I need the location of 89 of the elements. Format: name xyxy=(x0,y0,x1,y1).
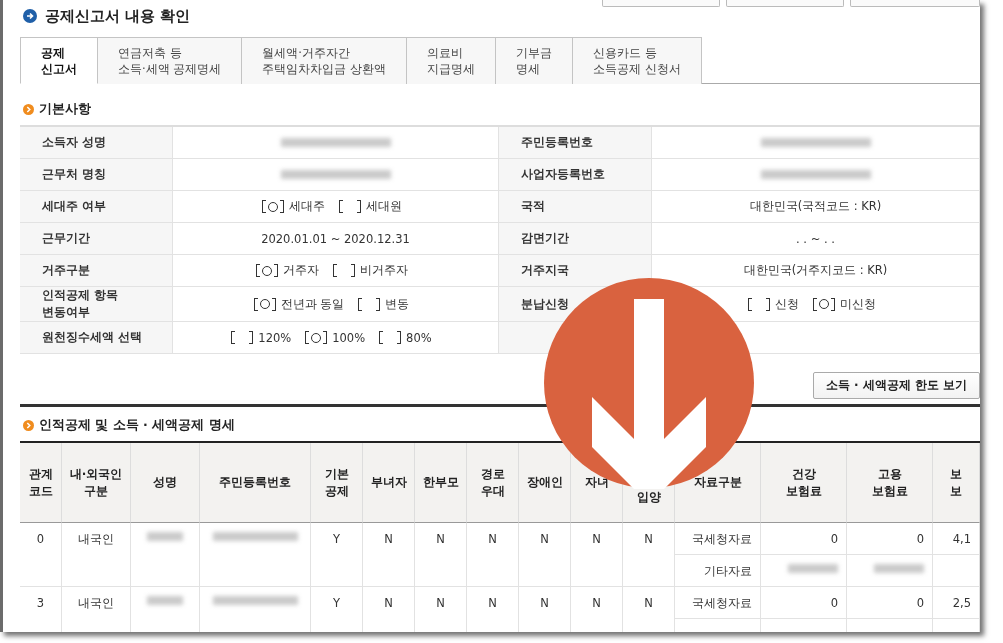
option-label: 미신청 xyxy=(839,296,876,312)
table-cell-text: 내국인 xyxy=(78,532,114,548)
tab[interactable]: 신용카드 등 소득공제 신청서 xyxy=(572,37,702,84)
table-cell-text: N xyxy=(488,596,497,612)
option-label: 80% xyxy=(406,330,432,345)
column-header: 주민등록번호 xyxy=(200,443,311,523)
tab[interactable]: 의료비 지급명세 xyxy=(406,37,496,84)
option-label: 거주자 xyxy=(282,263,319,278)
column-header: 내·외국인 구분 xyxy=(62,443,131,523)
table-cell-text: N xyxy=(592,532,601,548)
table-cell-text: 기타자료 xyxy=(704,564,752,580)
tab[interactable]: 연금저축 등 소득·세액 공제명세 xyxy=(98,37,243,84)
option-label: 세대주 xyxy=(288,199,325,214)
option-label: 100% xyxy=(332,330,366,345)
field-label: 근무기간 xyxy=(42,230,90,247)
column-header: 건강 보험료 xyxy=(761,443,847,523)
column-header: 기본 공제 xyxy=(311,443,363,523)
table-cell-text: 0 xyxy=(830,532,838,548)
column-header: 한부모 xyxy=(415,443,467,523)
table-cell-text: N xyxy=(540,596,549,612)
table-cell-text: 0 xyxy=(916,532,924,548)
field-label: 분납신청 xyxy=(521,295,569,313)
table-cell-text: 0 xyxy=(830,596,838,612)
table-cell-text: 4,1 xyxy=(952,532,971,548)
table-cell-text: N xyxy=(436,532,445,548)
table-cell-text: N xyxy=(644,532,653,548)
column-header: 장애인 xyxy=(519,443,571,523)
option-label: 세대원 xyxy=(365,199,402,214)
field-label: 거주지국 xyxy=(521,262,569,279)
option-label: 120% xyxy=(258,330,292,345)
option-label: 비거주자 xyxy=(359,263,408,278)
option-label: 변동 xyxy=(385,296,410,312)
field-value: 대한민국(국적코드 : KR) xyxy=(749,199,882,214)
column-header: 성명 xyxy=(131,443,200,523)
blurred-text xyxy=(788,564,838,573)
field-label: 소득자 성명 xyxy=(42,134,106,151)
tab[interactable]: 월세액·거주자간 주택임차차입금 상환액 xyxy=(242,37,407,84)
chevron-circle-icon xyxy=(23,419,34,431)
radio-mark[interactable] xyxy=(253,297,276,311)
radio-mark[interactable] xyxy=(305,331,328,344)
table-cell-text: 0 xyxy=(36,532,45,548)
option-label: 전년과 동일 xyxy=(280,296,345,312)
field-label: 인적공제 항목 변동여부 xyxy=(42,287,118,321)
column-header: 경로 우대 xyxy=(467,443,519,523)
table-cell-text: 국세청자료 xyxy=(692,532,752,548)
field-label: 원천징수세액 선택 xyxy=(42,329,142,346)
table-cell-text: N xyxy=(436,596,445,612)
section-title: 인적공제 및 소득 · 세액공제 명세 xyxy=(39,416,235,434)
column-header: 보 보 xyxy=(933,443,980,523)
field-label: 감면기간 xyxy=(521,230,569,247)
table-cell-text: N xyxy=(488,532,497,548)
radio-mark[interactable] xyxy=(255,264,278,277)
field-label: 주민등록번호 xyxy=(521,134,593,151)
table-cell-text: N xyxy=(644,596,653,612)
field-label: 세대주 여부 xyxy=(42,198,106,215)
page-title: 공제신고서 내용 확인 xyxy=(45,6,191,26)
table-cell-text: 국세청자료 xyxy=(692,596,752,612)
field-label: 사업자등록번호 xyxy=(521,166,605,183)
chevron-circle-icon xyxy=(23,103,34,115)
table-cell-text: N xyxy=(592,596,601,612)
table-cell-text: Y xyxy=(333,532,340,548)
column-header: 관계 코드 xyxy=(20,443,62,523)
radio-mark[interactable] xyxy=(812,297,835,311)
field-label: 근무처 명칭 xyxy=(42,166,106,183)
column-header: 고용 보험료 xyxy=(847,443,933,523)
field-value: . . ~ . . xyxy=(796,231,835,246)
table-cell-text: N xyxy=(384,532,393,548)
limit-button[interactable]: 소득 · 세액공제 한도 보기 xyxy=(812,372,980,399)
field-label: 국적 xyxy=(521,198,545,215)
column-header: 부녀자 xyxy=(363,443,415,523)
table-cell-text: 내국인 xyxy=(78,596,114,612)
option-label: 신청 xyxy=(774,296,799,312)
table-cell-text: Y xyxy=(333,596,340,612)
field-value: 2020.01.01 ~ 2020.12.31 xyxy=(261,231,410,246)
tab[interactable]: 기부금 명세 xyxy=(495,37,573,84)
field-value: 대한민국(거주지코드 : KR) xyxy=(743,263,888,278)
table-cell-text: 3 xyxy=(36,596,45,612)
tab[interactable]: 공제 신고서 xyxy=(20,37,98,84)
field-label: 거주구분 xyxy=(42,262,90,279)
table-cell-text: N xyxy=(540,532,549,548)
arrow-circle-icon xyxy=(23,9,37,23)
section-title: 기본사항 xyxy=(39,100,91,118)
table-cell-text: N xyxy=(384,596,393,612)
table-cell-text: 2,5 xyxy=(952,596,971,612)
table-cell-text: 0 xyxy=(916,596,924,612)
blurred-text xyxy=(147,532,183,541)
radio-mark[interactable] xyxy=(261,200,284,213)
blurred-text xyxy=(147,596,183,605)
blurred-text xyxy=(874,564,924,573)
